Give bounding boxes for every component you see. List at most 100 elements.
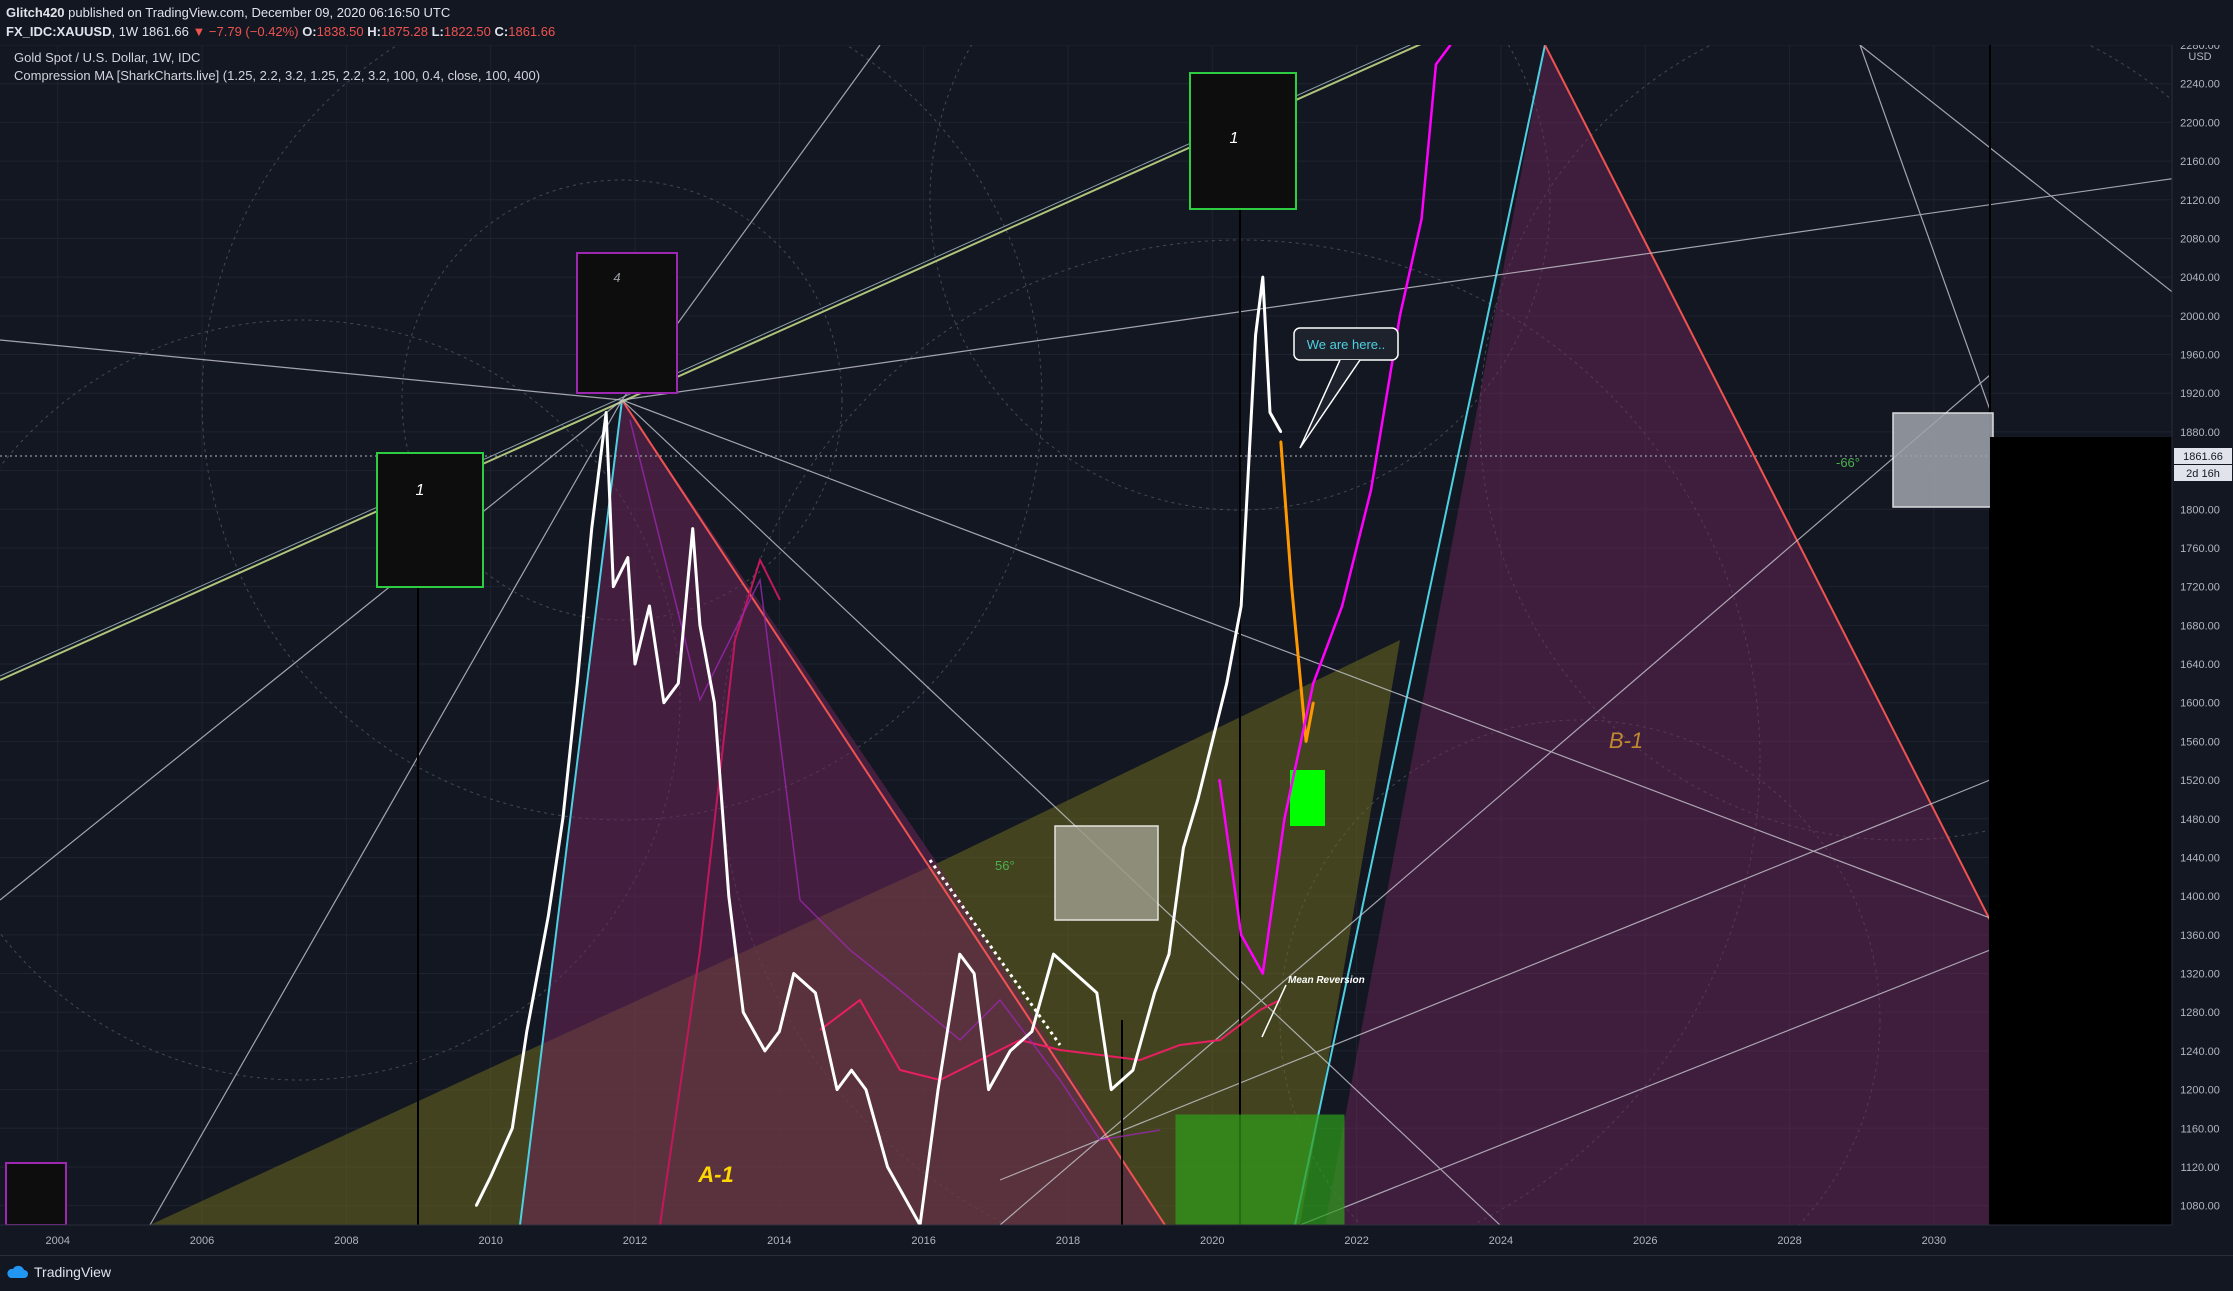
legend-indicator[interactable]: Compression MA [SharkCharts.live] (1.25,… (14, 68, 540, 83)
series-point (547, 914, 550, 917)
price-tick-label: 1480.00 (2180, 814, 2220, 826)
black-block (1990, 437, 2172, 1225)
series-point (1218, 778, 1221, 782)
series-point (1297, 662, 1301, 666)
series-point (576, 682, 579, 685)
series-point (886, 1165, 889, 1169)
series-point (1239, 933, 1243, 937)
series-point (1009, 1049, 1012, 1053)
angle-66: -66° (1836, 455, 1860, 470)
series-point (525, 1030, 528, 1033)
price-tick-label: 2160.00 (2180, 156, 2220, 168)
series-point (778, 1030, 781, 1033)
box-1-left (376, 452, 484, 588)
series-point (633, 662, 637, 666)
price-axis-bg[interactable] (2172, 45, 2233, 1255)
time-tick-label: 2026 (1633, 1235, 1657, 1247)
box-green-bottom (1175, 1114, 1345, 1225)
mean-reversion-text: Mean Reversion (1288, 975, 1365, 986)
price-tick-label: 1720.00 (2180, 582, 2220, 594)
last-price: 1861.66 (141, 24, 189, 39)
series-point (850, 1069, 853, 1072)
box-1-top (1189, 72, 1297, 210)
series-point (677, 682, 680, 685)
published-text: published on TradingView.com, December 0… (68, 5, 451, 20)
close-value: 1861.66 (508, 24, 556, 39)
tradingview-logo[interactable]: TradingView (6, 1264, 111, 1280)
series-point (662, 701, 666, 704)
open-value: 1838.50 (316, 24, 364, 39)
series-point (691, 527, 694, 530)
low-label: L: (431, 24, 444, 39)
series-point (1268, 411, 1272, 414)
price-tick-label: 1560.00 (2180, 736, 2220, 748)
price-tick-label: 1160.00 (2181, 1123, 2220, 1135)
series-point (1312, 701, 1315, 704)
series-point (475, 1204, 478, 1207)
time-tick-label: 2024 (1489, 1235, 1513, 1247)
publisher-line: Glitch420 published on TradingView.com, … (6, 5, 450, 20)
angle-56: 56° (995, 858, 1015, 873)
legend-title[interactable]: Gold Spot / U.S. Dollar, 1W, IDC (14, 50, 200, 65)
time-axis-bg[interactable] (0, 1225, 2172, 1255)
price-tick-label: 2200.00 (2180, 117, 2220, 129)
price-tick-label: 1240.00 (2180, 1046, 2220, 1058)
price-tick-label: 1520.00 (2180, 775, 2220, 787)
series-point (958, 952, 961, 956)
footer: TradingView (0, 1255, 2233, 1291)
series-point (1279, 440, 1283, 443)
price-tick-label: 2080.00 (2180, 233, 2220, 245)
drawing-layer: We are here.. Mean Reversion A-1 B-1 1 1… (0, 45, 2172, 1225)
series-point (936, 1088, 940, 1091)
price-tick-label: 1920.00 (2180, 388, 2220, 400)
time-tick-label: 2022 (1344, 1235, 1368, 1247)
series-point (1290, 585, 1293, 588)
series-point (1304, 740, 1308, 743)
series-point (1398, 314, 1402, 318)
box-green-bright (1290, 770, 1325, 826)
series-point (1131, 1069, 1135, 1072)
series-point (814, 991, 817, 995)
series-point (763, 1049, 767, 1053)
series-point (1254, 333, 1257, 337)
box-grey-right (1892, 412, 1994, 508)
series-point (792, 972, 795, 975)
series-point (972, 972, 976, 975)
series-point (1073, 972, 1077, 975)
series-point (864, 1088, 868, 1091)
series-point (727, 894, 731, 898)
series-point (1279, 430, 1283, 434)
series-point (1211, 740, 1214, 743)
price-tick-label: 1800.00 (2180, 504, 2220, 516)
pink-zone-b1 (1325, 45, 1990, 1225)
box-purple-bottom (5, 1162, 67, 1225)
price-tick-label: 1320.00 (2180, 969, 2220, 981)
countdown-tag: 2d 16h (2186, 468, 2220, 480)
publisher-name[interactable]: Glitch420 (6, 5, 65, 20)
series-point (1052, 952, 1055, 956)
series-point (1340, 604, 1344, 608)
price-tick-label: 1760.00 (2180, 543, 2220, 555)
time-tick-label: 2028 (1777, 1235, 1801, 1247)
time-tick-label: 2030 (1922, 1235, 1946, 1247)
box-label-4: 4 (613, 270, 620, 285)
box-4 (576, 252, 678, 394)
we-are-here-text: We are here.. (1307, 337, 1386, 352)
symbol-name: FX_IDC:XAUUSD (6, 24, 112, 39)
time-tick-label: 2020 (1200, 1235, 1224, 1247)
series-point (713, 701, 716, 704)
publish-header: Glitch420 published on TradingView.com, … (0, 0, 2233, 45)
price-axis-unit: USD (2188, 51, 2211, 63)
series-point (987, 1088, 990, 1091)
series-point (698, 624, 702, 627)
price-tick-label: 1640.00 (2180, 659, 2220, 671)
chart-canvas[interactable]: We are here.. Mean Reversion A-1 B-1 1 1… (0, 45, 2233, 1255)
series-point (1369, 488, 1373, 492)
price-tick-label: 1280.00 (2180, 1007, 2220, 1019)
price-tick-label: 1600.00 (2180, 698, 2220, 710)
high-value: 1875.28 (380, 24, 428, 39)
series-point (626, 556, 629, 559)
price-tick-label: 1680.00 (2180, 620, 2220, 632)
series-point (1225, 682, 1228, 685)
time-tick-label: 2010 (478, 1235, 502, 1247)
